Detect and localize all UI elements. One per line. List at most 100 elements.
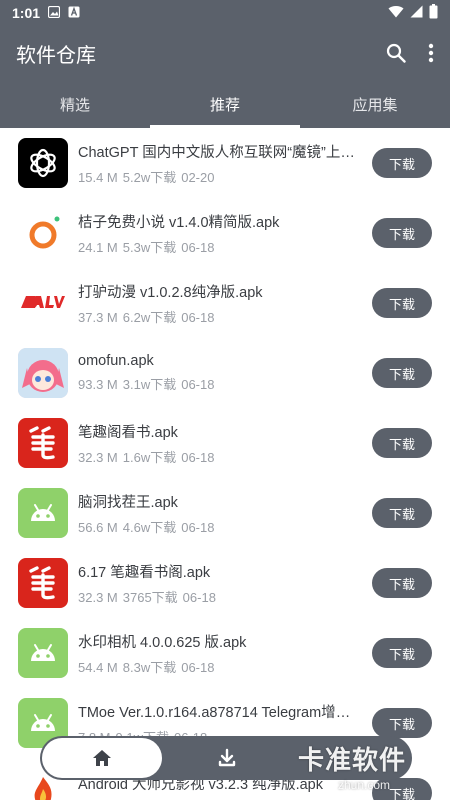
dalv-logo-icon	[18, 278, 68, 328]
download-button[interactable]: 下载	[372, 358, 432, 388]
status-time: 1:01	[12, 5, 41, 21]
bottom-nav	[40, 736, 412, 780]
tab-label: 推荐	[209, 96, 240, 114]
signal-icon	[410, 5, 423, 21]
list-item[interactable]: 打驴动漫 v1.0.2.8纯净版.apk 37.3 M 6.2w下载 06-18 下…	[0, 268, 450, 338]
list-item[interactable]: omofun.apk 93.3 M 3.1w下载 06-18 下载	[0, 338, 450, 408]
nav-home-button[interactable]	[42, 738, 162, 778]
app-downloads: 1.6w下载	[122, 449, 177, 465]
page-title: 软件仓库	[16, 44, 96, 67]
app-meta: 15.4 M 5.2w下载 02-20	[78, 167, 364, 186]
app-downloads: 5.3w下载	[122, 239, 177, 255]
battery-icon	[429, 4, 438, 22]
app-date: 06-18	[181, 449, 215, 465]
app-date: 06-18	[181, 239, 215, 255]
app-title: omofun.apk	[78, 353, 154, 369]
download-button[interactable]: 下载	[372, 218, 432, 248]
list-item-text: 6.17 笔趣看书阁.apk 32.3 M 3765下载 06-18	[78, 561, 372, 606]
app-meta: 37.3 M 6.2w下载 06-18	[78, 307, 364, 326]
download-button[interactable]: 下载	[372, 778, 432, 800]
app-downloads: 4.6w下载	[122, 519, 177, 535]
list-item-text: 打驴动漫 v1.0.2.8纯净版.apk 37.3 M 6.2w下载 06-18	[78, 281, 372, 326]
app-date: 06-18	[182, 589, 216, 605]
list-item-text: 水印相机 4.0.0.625 版.apk 54.4 M 8.3w下载 06-18	[78, 631, 372, 676]
android-icon	[18, 628, 68, 678]
download-icon	[217, 748, 237, 768]
a-notification-icon	[68, 5, 80, 21]
download-button[interactable]: 下载	[372, 148, 432, 178]
download-button[interactable]: 下载	[372, 638, 432, 668]
app-date: 06-18	[181, 377, 215, 392]
orange-ring-icon	[18, 208, 68, 258]
tab-featured[interactable]: 精选	[0, 80, 150, 128]
app-title: 桔子免费小说 v1.4.0精简版.apk	[78, 214, 280, 231]
more-options-icon[interactable]	[428, 43, 434, 63]
app-list[interactable]: ChatGPT 国内中文版人称互联网“魔镜”上知天文下知地理 15.4 M5.2…	[0, 128, 450, 800]
nav-download-button[interactable]	[162, 738, 292, 778]
list-item-text: omofun.apk 93.3 M 3.1w下载 06-18	[78, 353, 372, 393]
app-actions	[386, 43, 434, 63]
download-button[interactable]: 下载	[372, 498, 432, 528]
app-size: 56.6 M	[78, 519, 118, 535]
tab-collections[interactable]: 应用集	[300, 80, 450, 128]
status-bar: 1:01	[0, 0, 450, 26]
android-icon	[18, 488, 68, 538]
list-item-text: 脑洞找茬王.apk 56.6 M 4.6w下载 06-18	[78, 491, 372, 536]
list-item[interactable]: 6.17 笔趣看书阁.apk 32.3 M 3765下载 06-18 下载	[0, 548, 450, 618]
list-item[interactable]: 桔子免费小说 v1.4.0精简版.apk 24.1 M 5.3w下载 06-18 下…	[0, 198, 450, 268]
list-item[interactable]: 笔趣阁看书.apk 32.3 M 1.6w下载 06-18 下载	[0, 408, 450, 478]
biqu-icon	[18, 418, 68, 468]
status-left: 1:01	[12, 5, 80, 21]
biqu-icon	[18, 558, 68, 608]
app-downloads: 6.2w下载	[122, 309, 177, 325]
app-meta: 56.6 M 4.6w下载 06-18	[78, 517, 364, 536]
app-meta: 24.1 M 5.3w下载 06-18	[78, 237, 364, 256]
list-item[interactable]: ChatGPT 国内中文版人称互联网“魔镜”上知天文下知地理 15.4 M5.2…	[0, 128, 450, 198]
app-size: 15.4 M	[78, 169, 118, 185]
app-date: 06-18	[181, 519, 215, 535]
app-downloads: 3765下载	[122, 589, 178, 605]
app-downloads: 3.1w下载	[122, 377, 177, 392]
home-icon	[92, 749, 112, 767]
app-downloads: 8.3w下载	[122, 659, 177, 675]
status-right	[388, 4, 438, 22]
app-meta: 93.3 M 3.1w下载 06-18	[78, 374, 364, 393]
tab-recommended[interactable]: 推荐	[150, 80, 300, 128]
download-button[interactable]: 下载	[372, 568, 432, 598]
app-meta: 54.4 M 8.3w下载 06-18	[78, 657, 364, 676]
app-size: 37.3 M	[78, 309, 118, 325]
download-button[interactable]: 下载	[372, 288, 432, 318]
app-title: 打驴动漫 v1.0.2.8纯净版.apk	[78, 284, 263, 301]
list-item-text: 桔子免费小说 v1.4.0精简版.apk 24.1 M 5.3w下载 06-18	[78, 211, 372, 256]
app-title: 脑洞找茬王.apk	[78, 494, 178, 511]
app-size: 32.3 M	[78, 449, 118, 465]
app-date: 06-18	[181, 309, 215, 325]
image-notification-icon	[47, 5, 61, 21]
tab-bar: 精选 推荐 应用集	[0, 80, 450, 128]
app-size: 93.3 M	[78, 377, 118, 392]
app-date: 06-18	[181, 659, 215, 675]
app-size: 54.4 M	[78, 659, 118, 675]
list-item-text: ChatGPT 国内中文版人称互联网“魔镜”上知天文下知地理 15.4 M5.2…	[78, 141, 372, 186]
app-title: 6.17 笔趣看书阁.apk	[78, 564, 211, 581]
download-button[interactable]: 下载	[372, 428, 432, 458]
download-button[interactable]: 下载	[372, 708, 432, 738]
app-title: 笔趣阁看书.apk	[78, 424, 178, 441]
list-item[interactable]: 脑洞找茬王.apk 56.6 M 4.6w下载 06-18 下载	[0, 478, 450, 548]
app-title: ChatGPT 国内中文版人称互联网“魔镜”上知天文下知地理	[78, 144, 364, 161]
app-size: 24.1 M	[78, 239, 118, 255]
tab-label: 精选	[59, 96, 90, 114]
app-downloads: 5.2w下载	[122, 169, 177, 185]
app-title: TMoe Ver.1.0.r164.a878714 Telegram增强模块.a…	[78, 704, 364, 721]
app-date: 02-20	[181, 169, 215, 185]
tab-label: 应用集	[352, 96, 398, 114]
list-item[interactable]: 水印相机 4.0.0.625 版.apk 54.4 M 8.3w下载 06-18 下…	[0, 618, 450, 688]
wifi-icon	[388, 5, 404, 21]
list-item-text: 笔趣阁看书.apk 32.3 M 1.6w下载 06-18	[78, 421, 372, 466]
search-icon[interactable]	[386, 43, 406, 63]
chatgpt-icon	[18, 138, 68, 188]
app-size: 32.3 M	[78, 589, 118, 605]
app-meta: 32.3 M 3765下载 06-18	[78, 587, 364, 606]
omofun-anime-icon	[18, 348, 68, 398]
app-title: 水印相机 4.0.0.625 版.apk	[78, 634, 247, 651]
